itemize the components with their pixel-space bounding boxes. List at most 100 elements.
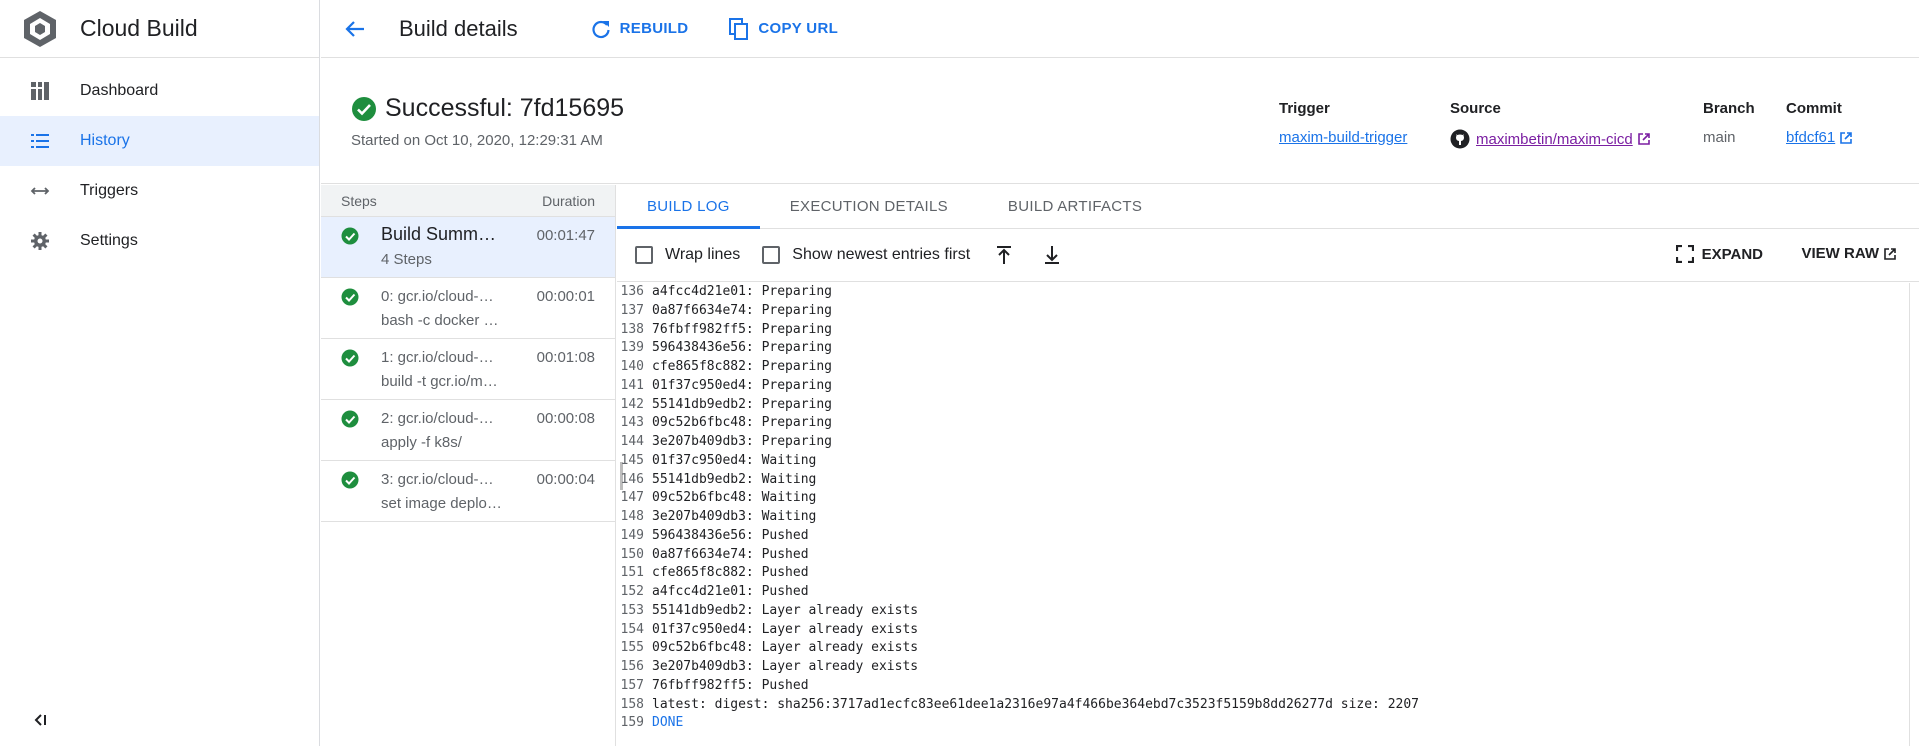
log-line-number: 159 <box>620 715 644 731</box>
trigger-link[interactable]: maxim-build-trigger <box>1279 129 1407 146</box>
tab-execution-details[interactable]: EXECUTION DETAILS <box>760 185 978 228</box>
external-link-icon <box>1637 133 1650 145</box>
log-line: 142 55141db9edb2: Preparing <box>617 396 1919 415</box>
log-line: 144 3e207b409db3: Preparing <box>617 433 1919 452</box>
product-name: Cloud Build <box>80 15 198 41</box>
source-meta: Source maximbetin/maxim-cicd <box>1450 100 1651 149</box>
log-line: 155 09c52b6fbc48: Layer already exists <box>617 639 1919 658</box>
log-line: 153 55141db9edb2: Layer already exists <box>617 602 1919 621</box>
scroll-bottom-button[interactable] <box>1040 243 1064 267</box>
log-line: 157 76fbff982ff5: Pushed <box>617 677 1919 696</box>
log-line-text: latest: digest: sha256:3717ad1ecfc83ee61… <box>652 696 1420 712</box>
log-line-text: 596438436e56: Preparing <box>652 340 833 356</box>
commit-link[interactable]: bfdcf61 <box>1786 129 1835 146</box>
nav-item-settings[interactable]: Settings <box>0 216 319 266</box>
view-raw-label: VIEW RAW <box>1801 245 1880 262</box>
step-row[interactable]: Build Summary 4 Steps 00:01:47 <box>321 217 615 278</box>
step-row[interactable]: 0: gcr.io/cloud-builders/docker bash -c d… <box>321 278 615 339</box>
log-line-number: 136 <box>620 284 644 299</box>
nav-item-label: Triggers <box>80 182 139 199</box>
nav-list: Dashboard History Triggers Settings <box>0 66 319 266</box>
source-repo-link[interactable]: maximbetin/maxim-cicd <box>1476 131 1633 148</box>
expand-button[interactable]: EXPAND <box>1675 245 1763 263</box>
step-success-icon <box>341 288 359 311</box>
build-status-title: Successful: 7fd15695 <box>385 94 625 122</box>
collapse-nav-icon[interactable] <box>30 710 50 730</box>
view-raw-button[interactable]: VIEW RAW <box>1802 245 1898 262</box>
scroll-to-bottom-icon <box>1045 246 1060 264</box>
newest-first-label: Show newest entries first <box>792 246 971 263</box>
log-line: 139 596438436e56: Preparing <box>617 339 1919 358</box>
arrow-back-icon <box>345 20 364 37</box>
steps-header-label: Steps <box>341 192 377 209</box>
build-start-time: Started on Oct 10, 2020, 12:29:31 AM <box>351 132 603 149</box>
step-row[interactable]: 1: gcr.io/cloud-builders/docker build -t … <box>321 339 615 400</box>
step-subtitle: build -t gcr.io/maxim <box>381 373 506 390</box>
trigger-meta: Trigger maxim-build-trigger <box>1279 100 1407 146</box>
step-name: 2: gcr.io/cloud-builders/kubectl <box>381 410 501 427</box>
log-line-number: 157 <box>620 677 644 693</box>
step-duration: 00:01:08 <box>536 349 595 366</box>
wrap-lines-checkbox[interactable] <box>635 246 653 264</box>
log-line-number: 140 <box>620 359 644 374</box>
nav-item-triggers[interactable]: Triggers <box>0 166 319 216</box>
log-panel: BUILD LOG EXECUTION DETAILS BUILD ARTIFACT… <box>617 185 1919 746</box>
log-scrollbar[interactable] <box>1909 283 1919 746</box>
branch-value: main <box>1703 129 1736 146</box>
log-line: 140 cfe865f8c882: Preparing <box>617 358 1919 377</box>
log-line-text: 76fbff982ff5: Preparing <box>652 321 833 337</box>
log-line-text: 55141db9edb2: Waiting <box>652 471 817 487</box>
log-line: 136 a4fcc4d21e01: Preparing <box>617 283 1919 302</box>
step-row[interactable]: 3: gcr.io/cloud-builders/kubectl set imag… <box>321 461 615 522</box>
external-link-icon <box>1840 131 1853 144</box>
step-subtitle: apply -f k8s/ <box>381 434 462 451</box>
log-line-text: 55141db9edb2: Preparing <box>652 396 833 412</box>
success-check-icon <box>352 96 376 121</box>
tab-build-artifacts[interactable]: BUILD ARTIFACTS <box>978 185 1172 228</box>
copy-url-button[interactable]: COPY URL <box>728 17 838 41</box>
back-button[interactable] <box>341 15 369 43</box>
log-line-number: 141 <box>620 377 644 393</box>
steps-header: Steps Duration <box>321 185 615 217</box>
step-duration: 00:00:04 <box>536 471 595 488</box>
copy-url-label: COPY URL <box>758 20 839 37</box>
step-duration: 00:00:01 <box>536 288 595 305</box>
step-row[interactable]: 2: gcr.io/cloud-builders/kubectl apply -f… <box>321 400 615 461</box>
log-line-number: 155 <box>620 640 644 656</box>
log-line-number: 138 <box>620 321 644 337</box>
step-subtitle: bash -c docker pull <box>381 312 506 329</box>
log-line-text: 0a87f6634e74: Preparing <box>652 302 833 318</box>
log-line: 150 0a87f6634e74: Pushed <box>617 546 1919 565</box>
top-bar: Build details REBUILD COPY URL <box>321 0 1919 58</box>
log-line: 156 3e207b409db3: Layer already exists <box>617 658 1919 677</box>
log-line: 143 09c52b6fbc48: Preparing <box>617 414 1919 433</box>
scroll-top-button[interactable] <box>992 243 1016 267</box>
duration-header-label: Duration <box>542 192 595 209</box>
log-line-text: 76fbff982ff5: Pushed <box>652 677 809 693</box>
nav-item-history[interactable]: History <box>0 116 319 166</box>
rebuild-button[interactable]: REBUILD <box>590 18 689 40</box>
log-line-text: DONE <box>652 715 684 731</box>
log-line-text: 09c52b6fbc48: Preparing <box>652 415 833 431</box>
newest-first-checkbox[interactable] <box>762 246 781 264</box>
fullscreen-icon <box>1675 245 1694 263</box>
nav-item-label: Dashboard <box>80 82 159 99</box>
log-line-number: 145 <box>620 452 644 468</box>
external-link-icon <box>1884 247 1896 260</box>
branch-meta: Branch main <box>1703 100 1755 146</box>
tab-build-log[interactable]: BUILD LOG <box>617 185 760 229</box>
commit-meta: Commit bfdcf61 <box>1786 100 1853 146</box>
log-line-number: 142 <box>620 396 644 412</box>
step-name: Build Summary <box>381 224 501 244</box>
log-line-text: cfe865f8c882: Preparing <box>652 359 833 374</box>
list-icon <box>28 129 52 153</box>
log-line-number: 149 <box>620 527 644 543</box>
step-name: 1: gcr.io/cloud-builders/docker <box>381 349 501 366</box>
expand-label: EXPAND <box>1701 245 1763 263</box>
step-success-icon <box>341 410 359 433</box>
log-line-text: 0a87f6634e74: Pushed <box>652 546 809 562</box>
log-line: 159 DONE <box>617 714 1919 733</box>
log-line-text: 09c52b6fbc48: Waiting <box>652 490 817 506</box>
nav-item-dashboard[interactable]: Dashboard <box>0 66 319 116</box>
refresh-icon <box>592 20 610 38</box>
